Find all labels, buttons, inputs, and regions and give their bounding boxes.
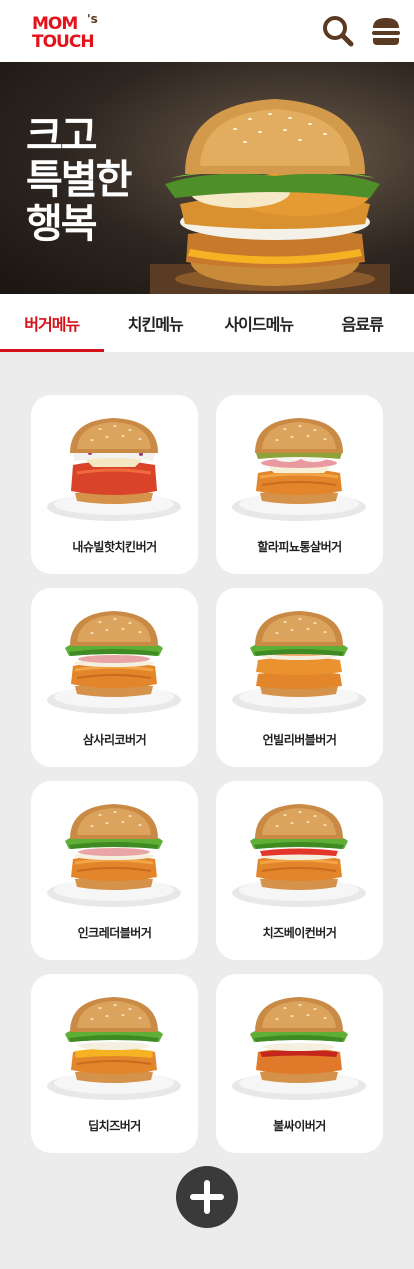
add-button[interactable] [176, 1166, 238, 1228]
menu-item-name: 딥치즈버거 [88, 1119, 141, 1133]
hero-slogan-line1: 크고 [26, 113, 98, 159]
burger-menu-button[interactable] [368, 13, 404, 49]
menu-card[interactable]: 내슈빌핫치킨버거 [31, 395, 198, 574]
hero-slogan-line2: 특별한 [26, 157, 132, 203]
menu-item-name: 치즈베이컨버거 [262, 926, 337, 940]
hero-slogan: 크고 특별한 행복 [26, 113, 132, 247]
burger-image [230, 608, 369, 714]
menu-card[interactable]: 인크레더블버거 [31, 781, 198, 960]
menu-item-name: 삼사리코버거 [82, 733, 147, 747]
menu-card[interactable]: 언빌리버블버거 [216, 588, 383, 767]
menu-card[interactable]: 삼사리코버거 [31, 588, 198, 767]
logo-text-s: 's [87, 12, 98, 26]
burger-image [230, 801, 369, 907]
tab-drinks[interactable]: 음료류 [311, 294, 414, 352]
logo-text-top: MOM [32, 14, 78, 34]
burger-image [230, 994, 369, 1100]
page: MOM 's TOUCH 크고 특별한 행복 버거메뉴 치킨메뉴 사이드메뉴 음… [0, 0, 414, 1269]
menu-card[interactable]: 딥치즈버거 [31, 974, 198, 1153]
search-icon [323, 16, 354, 47]
burger-image [45, 608, 184, 714]
menu-grid: 내슈빌핫치킨버거 할라피뇨통살버거 삼사리코버거 언빌리버블버거 인크레더블버거… [31, 395, 383, 1153]
hero-banner[interactable]: 크고 특별한 행복 [0, 62, 414, 294]
tab-chicken-menu[interactable]: 치킨메뉴 [104, 294, 208, 352]
tab-burger-menu[interactable]: 버거메뉴 [0, 294, 104, 352]
burger-image [45, 415, 184, 521]
menu-item-name: 내슈빌핫치킨버거 [72, 540, 157, 554]
search-button[interactable] [320, 13, 356, 49]
menu-item-name: 할라피뇨통살버거 [257, 540, 342, 554]
hero-burger-image [150, 99, 390, 294]
menu-card[interactable]: 치즈베이컨버거 [216, 781, 383, 960]
menu-card[interactable]: 할라피뇨통살버거 [216, 395, 383, 574]
burger-image [45, 801, 184, 907]
burger-image [45, 994, 184, 1100]
app-header: MOM 's TOUCH [0, 0, 414, 62]
hero-slogan-line3: 행복 [26, 201, 98, 247]
menu-card[interactable]: 불싸이버거 [216, 974, 383, 1153]
menu-item-name: 인크레더블버거 [77, 926, 152, 940]
tab-side-menu[interactable]: 사이드메뉴 [207, 294, 311, 352]
moms-touch-logo[interactable]: MOM 's TOUCH [32, 12, 102, 52]
menu-category-tabs: 버거메뉴 치킨메뉴 사이드메뉴 음료류 [0, 294, 414, 352]
burger-menu-icon [372, 18, 400, 45]
menu-item-name: 불싸이버거 [273, 1119, 326, 1133]
logo-text-bottom: TOUCH [32, 32, 95, 52]
menu-item-name: 언빌리버블버거 [262, 733, 337, 747]
burger-image [230, 415, 369, 521]
